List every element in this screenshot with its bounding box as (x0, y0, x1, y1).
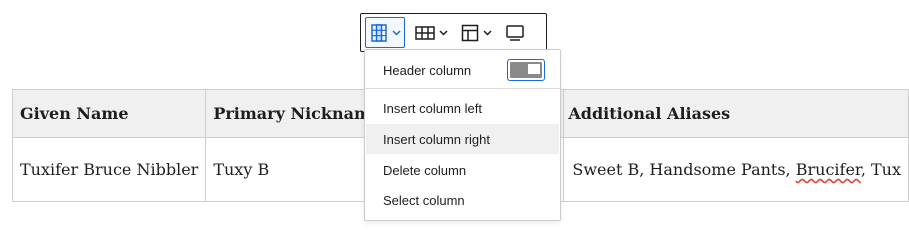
chevron-down-icon (483, 29, 492, 36)
edit-table-button[interactable] (411, 17, 451, 48)
table-grid-icon (415, 25, 435, 40)
table-block-toolbar (360, 13, 547, 52)
menu-item-delete-column[interactable]: Delete column (366, 155, 559, 185)
chevron-down-icon (439, 29, 448, 36)
monitor-icon (506, 24, 524, 41)
menu-item-label: Select column (383, 192, 465, 208)
cell-text: , Tux (860, 160, 901, 179)
edit-column-button[interactable] (365, 17, 405, 48)
menu-item-insert-column-left[interactable]: Insert column left (366, 93, 559, 123)
menu-item-label: Delete column (383, 162, 467, 178)
menu-item-label: Insert column left (383, 100, 482, 116)
header-column-toggle-row[interactable]: Header column (366, 55, 559, 85)
menu-item-insert-column-right[interactable]: Insert column right (366, 124, 559, 154)
table-column-icon (371, 23, 387, 42)
table-cell[interactable]: Sweet B, Handsome Pants, Brucifer, Tux (563, 137, 909, 202)
menu-divider (365, 88, 560, 89)
preview-button[interactable] (501, 17, 529, 48)
menu-item-label: Insert column right (383, 131, 490, 147)
menu-item-label: Header column (383, 62, 472, 78)
toggle-track (510, 62, 542, 78)
table-header-cell[interactable]: Additional Aliases (563, 89, 909, 138)
table-cell[interactable]: Tuxy B (205, 137, 391, 202)
toggle-knob (528, 64, 540, 74)
table-layout-button[interactable] (457, 17, 495, 48)
cell-text: Sweet B, Handsome Pants, (572, 160, 796, 179)
menu-item-select-column[interactable]: Select column (366, 185, 559, 215)
misspelled-word[interactable]: Brucifer (796, 160, 861, 179)
table-header-cell[interactable]: Primary Nickname (205, 89, 391, 138)
header-column-toggle[interactable] (507, 59, 545, 81)
table-layout-icon (461, 24, 479, 41)
table-header-cell[interactable]: Given Name (11, 89, 207, 138)
table-cell[interactable]: Tuxifer Bruce Nibbler (11, 137, 207, 202)
column-options-menu: Header column Insert column left Insert … (364, 49, 561, 221)
chevron-down-icon (392, 29, 401, 36)
